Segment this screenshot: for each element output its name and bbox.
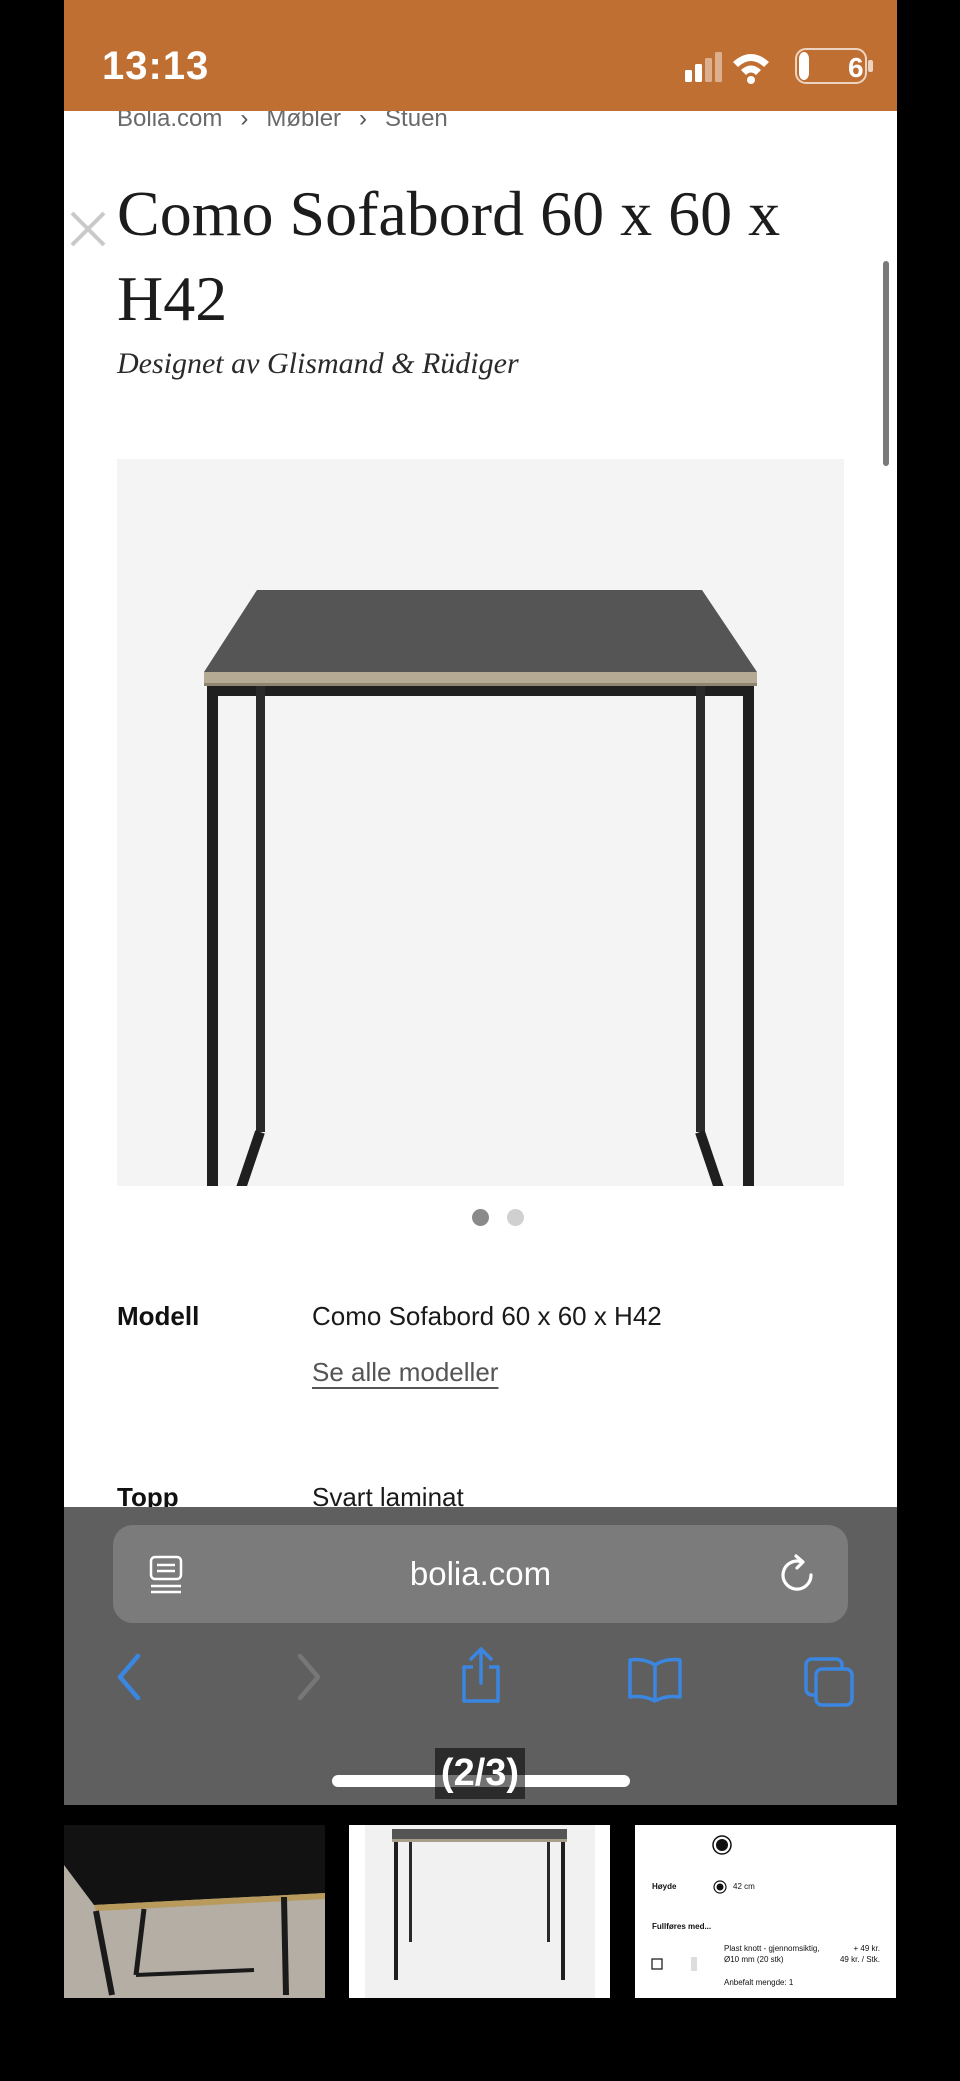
reload-icon[interactable] [778, 1553, 818, 1599]
spec-label-top: Topp [117, 1482, 179, 1507]
thumbnail-strip: Høyde 42 cm Fullføres med... Plast knott… [0, 1825, 960, 1998]
breadcrumb-item-living-room[interactable]: Stuen [385, 111, 448, 132]
breadcrumb: Bolia.com › Møbler › Stuen [117, 111, 448, 133]
breadcrumb-item-furniture[interactable]: Møbler [266, 111, 341, 132]
spec-value-model: Como Sofabord 60 x 60 x H42 [312, 1301, 662, 1331]
gallery-counter-text: (2/3) [434, 1748, 526, 1799]
table-illustration [204, 590, 757, 1282]
chevron-right-icon: › [359, 111, 368, 132]
thumbnail-options-screenshot[interactable]: Høyde 42 cm Fullføres med... Plast knott… [635, 1825, 896, 1998]
addon-recommended: Anbefalt mengde: 1 [724, 1978, 794, 1987]
thumbnail-photo[interactable] [64, 1825, 325, 1998]
thumbnail-product-image[interactable] [349, 1825, 610, 1998]
share-icon[interactable] [456, 1645, 506, 1709]
battery-icon: 6 [795, 48, 875, 84]
see-all-models-link[interactable]: Se alle modeller [312, 1357, 498, 1388]
addon-name: Plast knott - gjennomsiktig, Ø10 mm (20 … [724, 1944, 820, 1964]
product-image[interactable] [117, 459, 844, 1282]
option-label-finish: Fullføres med... [652, 1922, 712, 1931]
web-content[interactable]: Bolia.com › Møbler › Stuen Como Sofabord 60 … [64, 111, 897, 1507]
address-bar[interactable]: bolia.com [113, 1525, 848, 1623]
page-title: Como Sofabord 60 x 60 x H42 [117, 178, 781, 334]
tabs-icon[interactable] [802, 1655, 856, 1711]
spec-label-model: Modell [117, 1301, 200, 1331]
spec-value-top: Svart laminat [312, 1482, 464, 1507]
image-pagination[interactable] [64, 1209, 897, 1229]
scrollbar[interactable] [883, 261, 889, 466]
battery-level: 6 [848, 52, 864, 83]
bookmarks-icon[interactable] [626, 1655, 684, 1707]
forward-icon[interactable] [294, 1652, 324, 1706]
addon-price: + 49 kr. [853, 1944, 880, 1953]
close-icon[interactable] [66, 207, 110, 255]
pagination-dot[interactable] [507, 1209, 524, 1226]
breadcrumb-item-home[interactable]: Bolia.com [117, 111, 222, 132]
gallery-page-counter: (2/3) [0, 1748, 960, 1799]
chevron-right-icon: › [240, 111, 249, 132]
pagination-dot-active[interactable] [472, 1209, 489, 1226]
status-bar: 13:13 6 [64, 0, 897, 111]
status-time: 13:13 [102, 44, 210, 88]
option-value-height: 42 cm [733, 1882, 755, 1891]
url-text: bolia.com [409, 1555, 552, 1592]
back-icon[interactable] [114, 1652, 144, 1706]
addon-unit-price: 49 kr. / Stk. [839, 1955, 880, 1964]
option-label-height: Høyde [652, 1882, 677, 1891]
phone-screen: 13:13 6 Bolia.com › Møbler › Stuen Como … [64, 0, 897, 1805]
designer-subtitle: Designet av Glismand & Rüdiger [117, 347, 519, 380]
